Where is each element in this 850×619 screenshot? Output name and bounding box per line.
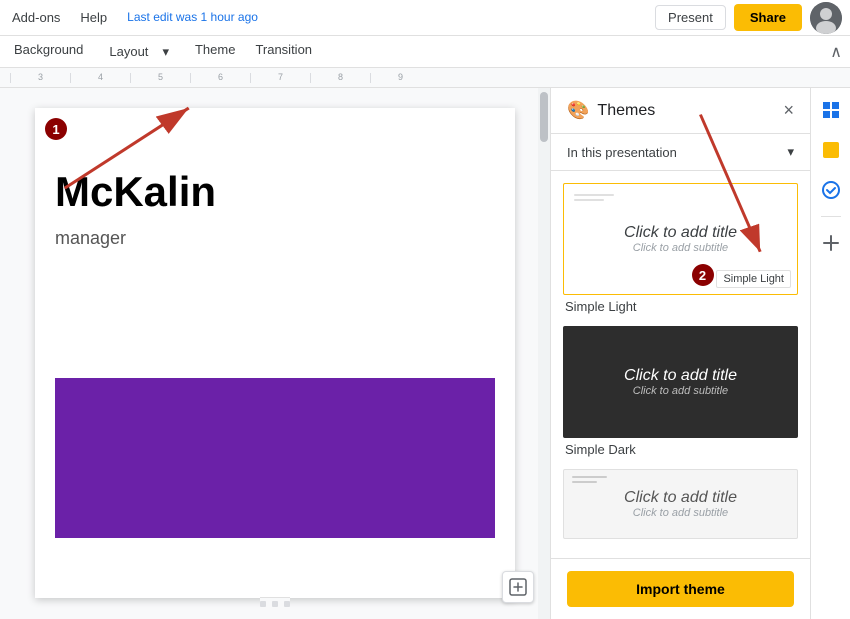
background-menu[interactable]: Background (8, 40, 89, 64)
themes-palette-icon: 🎨 (567, 100, 589, 121)
addons-menu[interactable]: Add-ons (8, 8, 64, 27)
slide-subtitle: manager (55, 228, 126, 249)
sidebar-note-icon[interactable] (817, 136, 845, 164)
sidebar-grid-icon[interactable] (817, 96, 845, 124)
ruler-mark: 5 (130, 73, 190, 83)
ruler-mark: 8 (310, 73, 370, 83)
theme-light-subtitle: Click to add subtitle (633, 242, 728, 254)
themes-dropdown-chevron-icon: ▾ (787, 144, 794, 160)
top-bar-left: Add-ons Help Last edit was 1 hour ago (8, 8, 262, 27)
theme-gray-lines (572, 476, 607, 483)
share-button[interactable]: Share (734, 4, 802, 31)
sidebar-check-icon[interactable] (817, 176, 845, 204)
theme-dark-title: Click to add title (624, 367, 737, 385)
help-menu[interactable]: Help (76, 8, 111, 27)
transition-menu[interactable]: Transition (249, 40, 318, 64)
scrollbar-thumb[interactable] (540, 92, 548, 142)
annotation-badge-2: 2 (692, 264, 714, 286)
sidebar-divider (821, 216, 841, 217)
themes-close-button[interactable]: × (783, 100, 794, 121)
annotation-badge-1: 1 (45, 118, 67, 140)
theme-line (572, 481, 597, 483)
themes-dropdown[interactable]: In this presentation ▾ (551, 134, 810, 171)
layout-chevron-icon: ▾ (156, 42, 175, 62)
themes-footer: Import theme (551, 558, 810, 619)
theme-line (574, 199, 604, 201)
slide-title: McKalin (55, 168, 216, 216)
theme-preview-simple-dark[interactable]: Click to add title Click to add subtitle (563, 326, 798, 438)
theme-item-simple-dark[interactable]: Click to add title Click to add subtitle… (563, 326, 798, 457)
ruler-mark: 7 (250, 73, 310, 83)
ruler: 3 4 5 6 7 8 9 (0, 68, 850, 88)
theme-gray-title: Click to add title (624, 489, 737, 507)
themes-dropdown-label: In this presentation (567, 145, 677, 160)
slide-menu-bar: Background Layout ▾ Theme Transition ∧ (0, 36, 850, 68)
themes-list: Click to add title Click to add subtitle… (551, 171, 810, 558)
theme-line (572, 476, 607, 478)
slide-purple-box (55, 378, 495, 538)
import-theme-button[interactable]: Import theme (567, 571, 794, 607)
slide-menu-close-icon[interactable]: ∧ (830, 42, 842, 62)
theme-decoration-lines (574, 194, 614, 201)
present-button[interactable]: Present (655, 5, 726, 30)
ruler-mark: 9 (370, 73, 430, 83)
theme-item-simple-gray[interactable]: Click to add title Click to add subtitle (563, 469, 798, 539)
themes-panel-title: Themes (597, 102, 655, 120)
slide-canvas[interactable]: 1 McKalin manager (35, 108, 515, 598)
layout-menu[interactable]: Layout ▾ (97, 40, 181, 64)
sidebar-add-button[interactable] (817, 229, 845, 257)
vertical-scrollbar[interactable] (538, 88, 550, 619)
slide-panel[interactable]: 1 McKalin manager (0, 88, 550, 619)
slide-menu-items: Background Layout ▾ Theme Transition (8, 40, 318, 64)
ruler-mark: 6 (190, 73, 250, 83)
avatar[interactable] (810, 2, 842, 34)
theme-dark-subtitle: Click to add subtitle (633, 385, 728, 397)
theme-gray-subtitle: Click to add subtitle (633, 507, 728, 519)
theme-menu[interactable]: Theme (189, 40, 241, 64)
themes-header: 🎨 Themes × (551, 88, 810, 134)
theme-preview-simple-light[interactable]: Click to add title Click to add subtitle… (563, 183, 798, 295)
top-bar-right: Present Share (655, 2, 842, 34)
top-menu: Add-ons Help Last edit was 1 hour ago (8, 8, 262, 27)
scroll-dot (284, 601, 290, 607)
theme-light-title: Click to add title (624, 224, 737, 242)
top-bar: Add-ons Help Last edit was 1 hour ago Pr… (0, 0, 850, 36)
main-area: 1 McKalin manager (0, 88, 850, 619)
ruler-marks: 3 4 5 6 7 8 9 (10, 73, 850, 83)
theme-line (574, 194, 614, 196)
themes-title-group: 🎨 Themes (567, 100, 655, 121)
theme-item-simple-light[interactable]: Click to add title Click to add subtitle… (563, 183, 798, 314)
scroll-dot (272, 601, 278, 607)
ruler-mark: 4 (70, 73, 130, 83)
themes-panel: 🎨 Themes × In this presentation ▾ Click … (550, 88, 810, 619)
theme-label-simple-dark: Simple Dark (563, 442, 798, 457)
right-sidebar (810, 88, 850, 619)
add-slide-button[interactable] (502, 571, 534, 603)
theme-preview-simple-gray[interactable]: Click to add title Click to add subtitle (563, 469, 798, 539)
scroll-dot (260, 601, 266, 607)
theme-label-simple-light: Simple Light (563, 299, 798, 314)
theme-tooltip-simple-light: Simple Light (716, 270, 791, 288)
last-edit-label: Last edit was 1 hour ago (123, 8, 262, 27)
ruler-mark: 3 (10, 73, 70, 83)
slide-scroll-controls (260, 597, 290, 609)
